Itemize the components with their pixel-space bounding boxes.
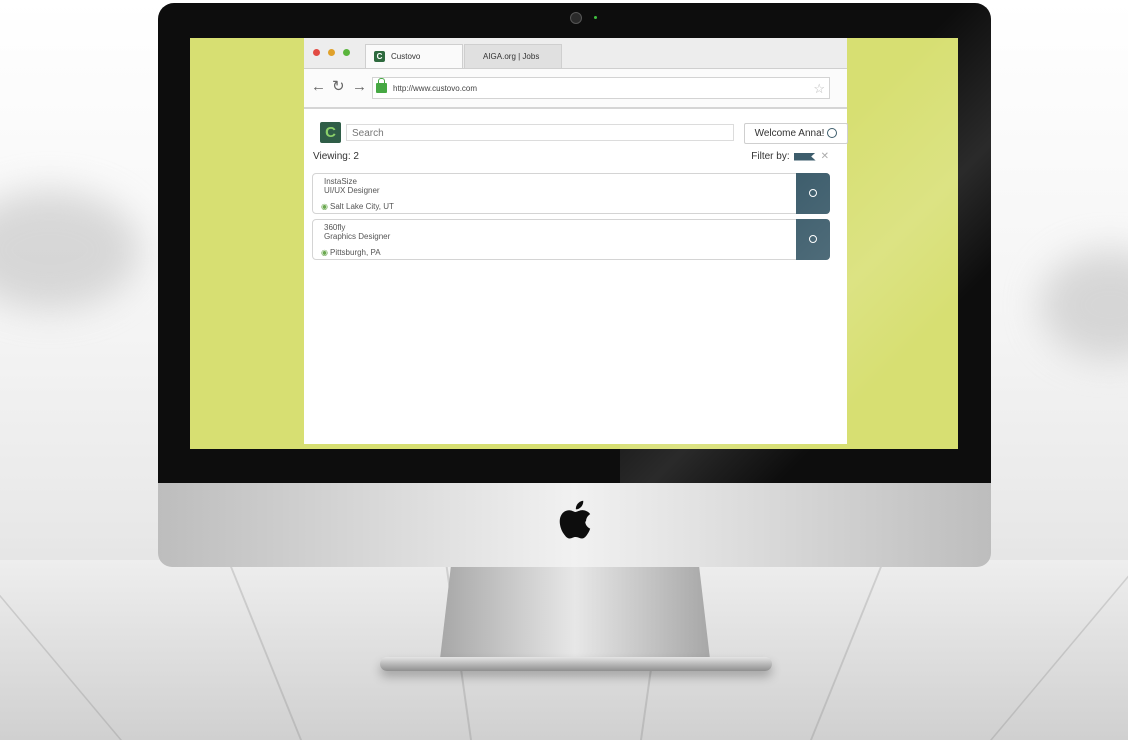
job-location-text: Salt Lake City, UT bbox=[329, 202, 394, 211]
monitor-base bbox=[380, 657, 772, 671]
background-blur-right bbox=[1040, 250, 1128, 360]
job-company: InstaSize bbox=[324, 177, 357, 186]
maximize-window-icon[interactable] bbox=[343, 49, 350, 56]
lock-icon bbox=[376, 78, 387, 93]
job-title: UI/UX Designer bbox=[324, 186, 380, 195]
job-select-button[interactable] bbox=[796, 173, 830, 214]
webcam-icon bbox=[570, 12, 582, 24]
apple-logo-icon bbox=[559, 500, 591, 539]
location-pin-icon: ◉ bbox=[321, 202, 328, 211]
job-card[interactable]: InstaSize UI/UX Designer ◉ Salt Lake City… bbox=[312, 173, 830, 214]
browser-window: C Custovo AIGA.org | Jobs ← ↻ → http://w… bbox=[304, 38, 848, 444]
filter-flag-icon[interactable] bbox=[793, 152, 816, 161]
viewing-count: Viewing: 2 bbox=[313, 151, 359, 162]
clear-filter-icon[interactable]: ✕ bbox=[821, 151, 829, 162]
monitor-stand bbox=[440, 567, 710, 659]
tab-bar: C Custovo AIGA.org | Jobs bbox=[304, 38, 847, 69]
desktop-screen: C Custovo AIGA.org | Jobs ← ↻ → http://w… bbox=[190, 38, 958, 449]
webcam-led bbox=[594, 16, 597, 19]
url-field[interactable]: http://www.custovo.com ☆ bbox=[372, 77, 830, 99]
job-location: ◉ Salt Lake City, UT bbox=[321, 202, 394, 211]
filter-label: Filter by: bbox=[751, 151, 790, 162]
circle-icon bbox=[809, 189, 817, 197]
back-arrow-icon[interactable]: ← bbox=[311, 79, 326, 95]
welcome-label: Welcome Anna! bbox=[754, 128, 825, 139]
tab-aiga-jobs[interactable]: AIGA.org | Jobs bbox=[464, 44, 562, 68]
job-info: InstaSize UI/UX Designer bbox=[324, 177, 380, 195]
circle-icon bbox=[809, 235, 817, 243]
close-window-icon[interactable] bbox=[313, 49, 320, 56]
address-bar: ← ↻ → http://www.custovo.com ☆ bbox=[304, 69, 847, 109]
forward-arrow-icon[interactable]: → bbox=[352, 79, 367, 95]
bookmark-star-icon[interactable]: ☆ bbox=[813, 81, 825, 97]
search-row: C Search Welcome Anna! bbox=[320, 122, 848, 144]
search-input[interactable]: Search bbox=[346, 124, 734, 141]
minimize-window-icon[interactable] bbox=[328, 49, 335, 56]
background-blur-left bbox=[0, 190, 140, 310]
tab-label: AIGA.org | Jobs bbox=[483, 52, 540, 61]
filter-control[interactable]: Filter by: ✕ bbox=[751, 151, 829, 162]
job-select-button[interactable] bbox=[796, 219, 830, 260]
url-text: http://www.custovo.com bbox=[393, 83, 478, 93]
welcome-user-button[interactable]: Welcome Anna! bbox=[744, 123, 848, 144]
tab-label: Custovo bbox=[391, 52, 421, 61]
user-icon bbox=[827, 128, 838, 139]
job-location: ◉ Pittsburgh, PA bbox=[321, 248, 381, 257]
job-location-text: Pittsburgh, PA bbox=[329, 248, 381, 257]
custovo-favicon-icon: C bbox=[374, 51, 385, 62]
job-title: Graphics Designer bbox=[324, 232, 391, 241]
location-pin-icon: ◉ bbox=[321, 248, 328, 257]
job-info: 360fly Graphics Designer bbox=[324, 223, 390, 241]
tab-custovo[interactable]: C Custovo bbox=[365, 44, 463, 68]
custovo-logo-icon[interactable]: C bbox=[320, 122, 341, 143]
job-card[interactable]: 360fly Graphics Designer ◉ Pittsburgh, PA bbox=[312, 219, 830, 260]
reload-icon[interactable]: ↻ bbox=[332, 79, 345, 95]
job-company: 360fly bbox=[324, 223, 346, 232]
